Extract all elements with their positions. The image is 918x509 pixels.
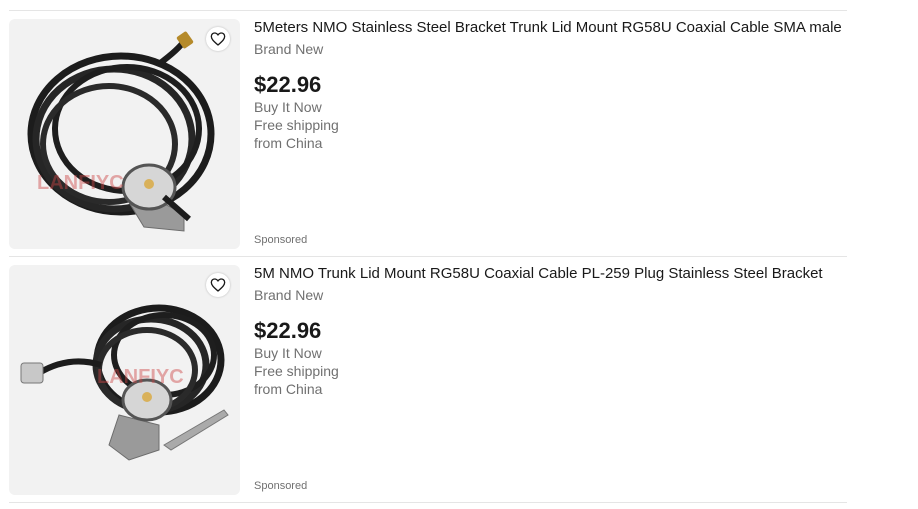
item-price: $22.96 <box>254 318 322 343</box>
listing-divider <box>9 256 847 257</box>
sponsored-label: Sponsored <box>254 234 308 246</box>
coaxial-cable-image: LANFIYC <box>27 31 215 232</box>
listing-card[interactable]: LANFIYC 5M NMO Trunk Lid Mount RG58U Coa… <box>9 265 847 499</box>
listing-title[interactable]: 5M NMO Trunk Lid Mount RG58U Coaxial Cab… <box>254 265 844 283</box>
item-location: from China <box>254 135 323 151</box>
svg-text:LANFIYC: LANFIYC <box>37 172 124 194</box>
coaxial-cable-image: LANFIYC <box>20 304 229 461</box>
top-divider <box>9 10 847 11</box>
svg-text:LANFIYC: LANFIYC <box>97 366 184 388</box>
listing-title[interactable]: 5Meters NMO Stainless Steel Bracket Trun… <box>254 19 844 37</box>
purchase-format: Buy It Now <box>254 99 322 115</box>
item-condition: Brand New <box>254 287 324 303</box>
bottom-divider <box>9 502 847 503</box>
shipping-info: Free shipping <box>254 363 339 379</box>
purchase-format: Buy It Now <box>254 345 322 361</box>
listing-card[interactable]: LANFIYC 5Meters NMO Stainless Steel Brac… <box>9 19 847 253</box>
product-image[interactable]: LANFIYC <box>9 265 240 495</box>
item-location: from China <box>254 381 323 397</box>
item-condition: Brand New <box>254 41 324 57</box>
listing-info: 5M NMO Trunk Lid Mount RG58U Coaxial Cab… <box>254 265 844 398</box>
listing-info: 5Meters NMO Stainless Steel Bracket Trun… <box>254 19 844 152</box>
item-price: $22.96 <box>254 72 322 97</box>
watchlist-heart-icon[interactable] <box>206 27 230 51</box>
sponsored-label: Sponsored <box>254 480 308 492</box>
shipping-info: Free shipping <box>254 117 339 133</box>
watchlist-heart-icon[interactable] <box>206 273 230 297</box>
product-image[interactable]: LANFIYC <box>9 19 240 249</box>
